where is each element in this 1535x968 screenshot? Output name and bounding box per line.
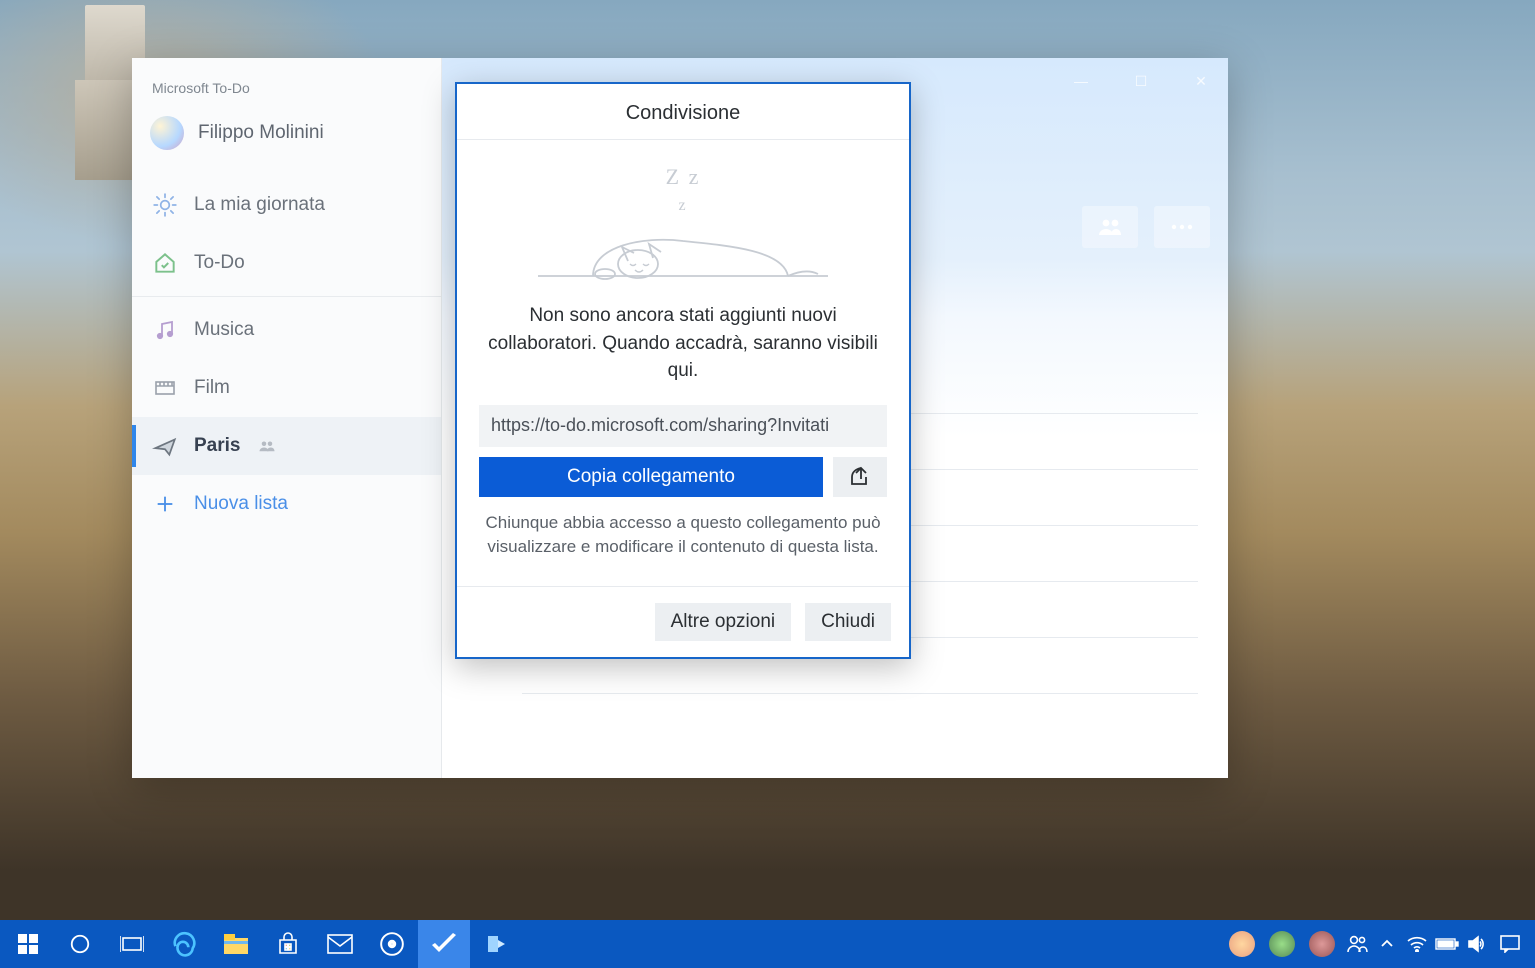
window-controls: — ☐ ✕ [1064,68,1218,94]
taskbar-todo-active[interactable] [418,920,470,968]
zzz-icon: Z zz [479,164,887,216]
music-icon [152,317,178,343]
film-icon [152,375,178,401]
more-options-button[interactable]: Altre opzioni [655,603,792,641]
cortana-button[interactable] [54,920,106,968]
profile-section[interactable]: Filippo Molinini [132,106,441,172]
empty-collaborators-message: Non sono ancora stati aggiunti nuovi col… [479,296,887,405]
sun-icon [152,192,178,218]
shared-icon [258,439,276,453]
share-modal: Condivisione Z zz Non sono ancora stati … [455,82,911,659]
tray-battery-icon[interactable] [1433,920,1461,968]
share-link-field[interactable] [479,405,887,447]
taskbar-mail[interactable] [314,920,366,968]
taskbar [0,920,1535,968]
minimize-button[interactable]: — [1064,68,1098,94]
home-check-icon [152,250,178,276]
taskbar-app[interactable] [470,920,522,968]
sidebar-item-label: Musica [194,319,254,341]
sidebar-item-todo[interactable]: To-Do [132,234,441,292]
tray-contact-3[interactable] [1309,931,1335,957]
sidebar: Microsoft To-Do Filippo Molinini La mia … [132,58,442,778]
tray-volume-icon[interactable] [1463,920,1491,968]
modal-title: Condivisione [457,84,909,140]
taskbar-explorer[interactable] [210,920,262,968]
people-bar-icon[interactable] [1343,920,1371,968]
start-button[interactable] [2,920,54,968]
sidebar-item-label: La mia giornata [194,194,325,216]
profile-name: Filippo Molinini [198,122,324,144]
airplane-icon [152,433,178,459]
share-arrow-icon [848,466,872,488]
new-list-button[interactable]: Nuova lista [132,475,441,533]
app-title: Microsoft To-Do [132,64,441,106]
sidebar-item-label: Paris [194,435,240,457]
share-external-button[interactable] [833,457,887,497]
new-list-label: Nuova lista [194,493,288,515]
taskbar-store[interactable] [262,920,314,968]
copy-link-button[interactable]: Copia collegamento [479,457,823,497]
share-permission-note: Chiunque abbia accesso a questo collegam… [479,497,887,578]
sidebar-item-label: Film [194,377,230,399]
list-header-actions [1082,206,1210,248]
sidebar-item-film[interactable]: Film [132,359,441,417]
tray-chevron-up-icon[interactable] [1373,920,1401,968]
divider [132,296,441,297]
share-list-button[interactable] [1082,206,1138,248]
tray-wifi-icon[interactable] [1403,920,1431,968]
app-window: Microsoft To-Do Filippo Molinini La mia … [132,58,1228,778]
task-view-button[interactable] [106,920,158,968]
taskbar-edge[interactable] [158,920,210,968]
maximize-button[interactable]: ☐ [1124,68,1158,94]
avatar [150,116,184,150]
sidebar-item-musica[interactable]: Musica [132,301,441,359]
sleeping-cat-illustration: Z zz [479,158,887,296]
tray-contact-2[interactable] [1269,931,1295,957]
close-modal-button[interactable]: Chiudi [805,603,891,641]
sidebar-item-label: To-Do [194,252,245,274]
tray-contact-1[interactable] [1229,931,1255,957]
tray-action-center-icon[interactable] [1493,920,1527,968]
close-window-button[interactable]: ✕ [1184,68,1218,94]
sidebar-item-paris[interactable]: Paris [132,417,441,475]
plus-icon [152,491,178,517]
list-more-button[interactable] [1154,206,1210,248]
taskbar-groove[interactable] [366,920,418,968]
sidebar-item-my-day[interactable]: La mia giornata [132,176,441,234]
